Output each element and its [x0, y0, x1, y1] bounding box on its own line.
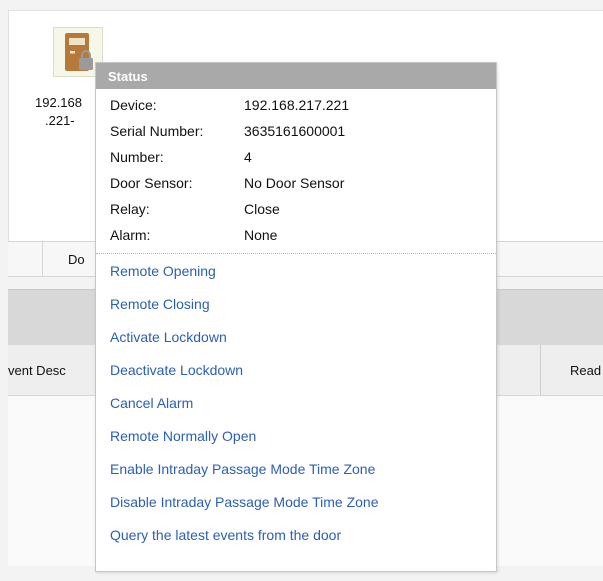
column-header-reader[interactable]: Read — [570, 363, 601, 378]
status-key: Door Sensor: — [110, 175, 193, 191]
status-key: Relay: — [110, 201, 150, 217]
select-cell[interactable] — [8, 242, 43, 276]
column-header-door[interactable]: Do — [68, 252, 85, 267]
cancel-alarm-link[interactable]: Cancel Alarm — [110, 395, 193, 411]
status-value: No Door Sensor — [244, 175, 345, 191]
status-key: Device: — [110, 97, 157, 113]
door-label-line2: .221- — [45, 113, 75, 128]
status-row-serial: Serial Number: 3635161600001 — [110, 123, 345, 139]
query-latest-events-link[interactable]: Query the latest events from the door — [110, 527, 341, 543]
remote-normally-open-link[interactable]: Remote Normally Open — [110, 428, 256, 444]
status-value: 3635161600001 — [244, 123, 346, 139]
status-value: None — [244, 227, 278, 243]
door-label-line1: 192.168 — [35, 95, 82, 110]
disable-passage-mode-link[interactable]: Disable Intraday Passage Mode Time Zone — [110, 494, 378, 510]
remote-closing-link[interactable]: Remote Closing — [110, 296, 210, 312]
door-status-popup: Status Device: 192.168.217.221 Serial Num… — [95, 62, 497, 572]
enable-passage-mode-link[interactable]: Enable Intraday Passage Mode Time Zone — [110, 461, 375, 477]
popup-title: Status — [108, 69, 148, 84]
status-key: Alarm: — [110, 227, 151, 243]
door-lock-icon — [65, 33, 93, 71]
status-value: 192.168.217.221 — [244, 97, 350, 113]
status-value: 4 — [244, 149, 252, 165]
popup-divider — [96, 253, 496, 254]
status-row-number: Number: 4 — [110, 149, 252, 165]
status-key: Number: — [110, 149, 164, 165]
deactivate-lockdown-link[interactable]: Deactivate Lockdown — [110, 362, 243, 378]
status-row-alarm: Alarm: None — [110, 227, 277, 243]
status-key: Serial Number: — [110, 123, 204, 139]
status-row-door-sensor: Door Sensor: No Door Sensor — [110, 175, 344, 191]
status-row-device: Device: 192.168.217.221 — [110, 97, 349, 113]
activate-lockdown-link[interactable]: Activate Lockdown — [110, 329, 227, 345]
column-separator — [540, 345, 541, 395]
popup-header: Status — [96, 63, 496, 89]
status-value: Close — [244, 201, 280, 217]
column-header-event-description[interactable]: vent Desc — [8, 363, 66, 378]
status-row-relay: Relay: Close — [110, 201, 280, 217]
remote-opening-link[interactable]: Remote Opening — [110, 263, 216, 279]
